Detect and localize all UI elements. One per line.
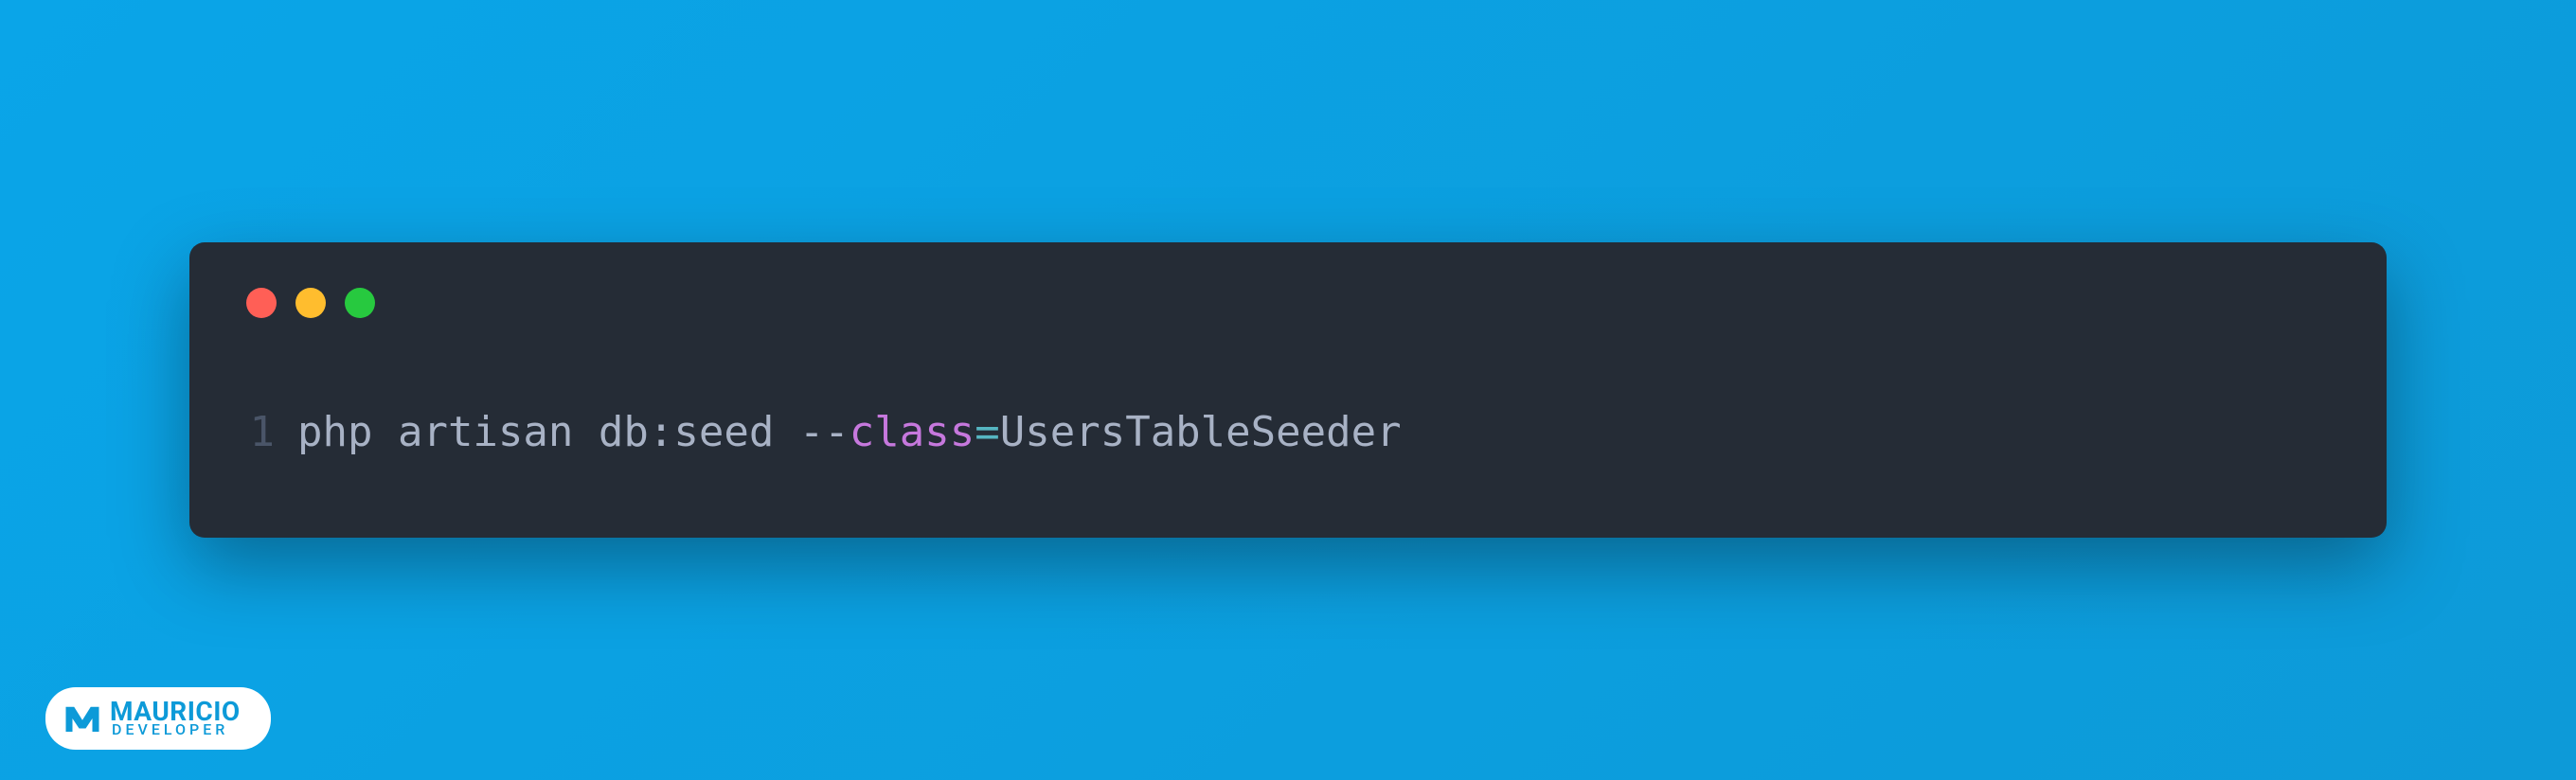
code-token-dashes: -- <box>799 408 850 456</box>
code-token-command: php artisan db:seed <box>297 408 799 456</box>
close-icon[interactable] <box>246 288 277 318</box>
watermark-logo-icon <box>63 699 102 738</box>
line-number: 1 <box>246 403 275 462</box>
window-controls <box>246 288 2330 318</box>
minimize-icon[interactable] <box>295 288 326 318</box>
code-token-equals: = <box>975 408 1000 456</box>
watermark-title: DEVELOPER <box>112 723 241 736</box>
code-token-value: UsersTableSeeder <box>1000 408 1402 456</box>
code-content: php artisan db:seed --class=UsersTableSe… <box>297 403 1402 462</box>
code-line: 1 php artisan db:seed --class=UsersTable… <box>246 403 2330 462</box>
maximize-icon[interactable] <box>345 288 375 318</box>
code-token-keyword: class <box>850 408 975 456</box>
code-window: 1 php artisan db:seed --class=UsersTable… <box>189 242 2387 538</box>
watermark-badge: MAURICIO DEVELOPER <box>45 687 271 750</box>
watermark-text: MAURICIO DEVELOPER <box>110 700 241 737</box>
